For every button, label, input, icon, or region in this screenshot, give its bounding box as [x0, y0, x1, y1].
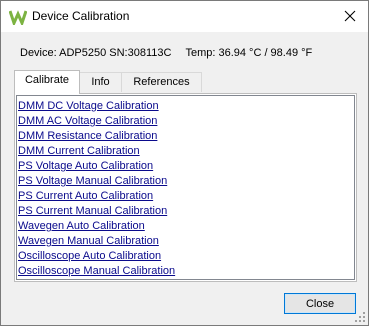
waveforms-logo-icon	[9, 10, 27, 25]
list-item: PS Voltage Auto Calibration	[18, 159, 175, 174]
temperature-label: Temp: 36.94 °C / 98.49 °F	[185, 47, 313, 59]
tab-calibrate[interactable]: Calibrate	[14, 70, 80, 94]
resize-grip-icon[interactable]	[355, 312, 366, 323]
wavegen-auto-calibration-link[interactable]: Wavegen Auto Calibration	[18, 220, 145, 232]
tab-references[interactable]: References	[121, 72, 202, 92]
list-item: DMM AC Voltage Calibration	[18, 114, 175, 129]
oscilloscope-auto-calibration-link[interactable]: Oscilloscope Auto Calibration	[18, 250, 161, 262]
list-item: Oscilloscope Manual Calibration	[18, 264, 175, 279]
list-item: Wavegen Manual Calibration	[18, 234, 175, 249]
list-item: Wavegen Auto Calibration	[18, 219, 175, 234]
dmm-ac-voltage-calibration-link[interactable]: DMM AC Voltage Calibration	[18, 115, 157, 127]
list-item: DMM Current Calibration	[18, 144, 175, 159]
window-title: Device Calibration	[32, 9, 130, 23]
oscilloscope-manual-calibration-link[interactable]: Oscilloscope Manual Calibration	[18, 265, 175, 277]
ps-current-manual-calibration-link[interactable]: PS Current Manual Calibration	[18, 205, 167, 217]
wavegen-manual-calibration-link[interactable]: Wavegen Manual Calibration	[18, 235, 159, 247]
device-info: Device: ADP5250 SN:308113C Temp: 36.94 °C…	[20, 47, 312, 59]
list-item: DMM Resistance Calibration	[18, 129, 175, 144]
dmm-current-calibration-link[interactable]: DMM Current Calibration	[18, 145, 140, 157]
ps-voltage-auto-calibration-link[interactable]: PS Voltage Auto Calibration	[18, 160, 153, 172]
close-window-icon[interactable]	[340, 6, 360, 26]
list-item: DMM DC Voltage Calibration	[18, 99, 175, 114]
tab-info[interactable]: Info	[79, 72, 122, 92]
list-item: PS Current Auto Calibration	[18, 189, 175, 204]
list-item: PS Voltage Manual Calibration	[18, 174, 175, 189]
ps-voltage-manual-calibration-link[interactable]: PS Voltage Manual Calibration	[18, 175, 167, 187]
list-item: Oscilloscope Auto Calibration	[18, 249, 175, 264]
title-bar: Device Calibration	[1, 1, 368, 32]
device-calibration-window: Device Calibration Device: ADP5250 SN:30…	[0, 0, 369, 326]
list-item: PS Current Manual Calibration	[18, 204, 175, 219]
calibration-list: DMM DC Voltage Calibration DMM AC Voltag…	[18, 99, 175, 279]
calibrate-tab-panel: DMM DC Voltage Calibration DMM AC Voltag…	[14, 93, 357, 282]
dmm-dc-voltage-calibration-link[interactable]: DMM DC Voltage Calibration	[18, 100, 159, 112]
calibration-list-box: DMM DC Voltage Calibration DMM AC Voltag…	[16, 95, 355, 280]
ps-current-auto-calibration-link[interactable]: PS Current Auto Calibration	[18, 190, 153, 202]
dmm-resistance-calibration-link[interactable]: DMM Resistance Calibration	[18, 130, 157, 142]
close-button[interactable]: Close	[284, 293, 356, 314]
device-serial-label: Device: ADP5250 SN:308113C	[20, 47, 172, 59]
